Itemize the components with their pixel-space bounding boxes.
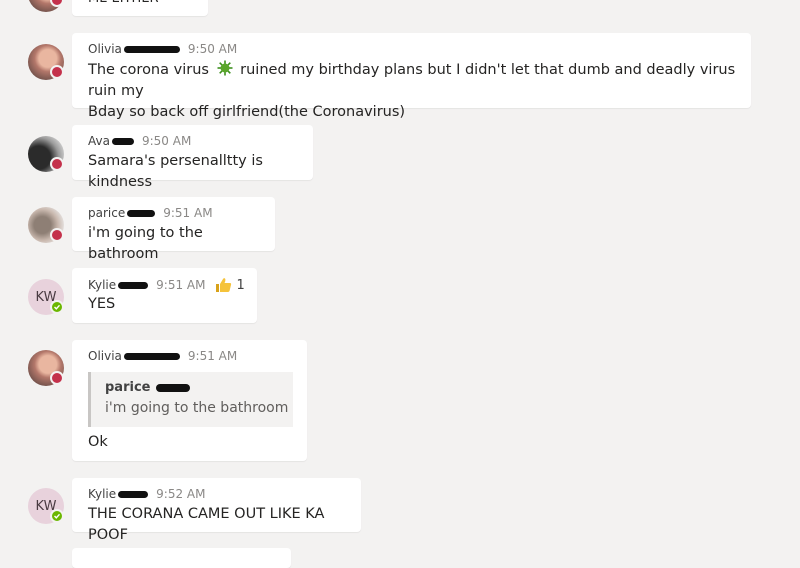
quoted-author: parice xyxy=(105,380,191,395)
presence-busy-icon xyxy=(50,157,64,171)
message-bubble[interactable]: Ava 9:50 AM Samara's persenalltty is kin… xyxy=(72,125,313,190)
message-header: Kylie 9:52 AM xyxy=(88,487,205,501)
author-name: Olivia xyxy=(88,42,122,56)
message-header: Olivia 9:51 AM xyxy=(88,349,237,363)
reaction-count: 1 xyxy=(236,277,245,293)
timestamp: 9:51 AM xyxy=(187,349,238,363)
virus-emoji-icon xyxy=(217,60,233,76)
message-text: YES xyxy=(88,296,116,312)
redaction-mark xyxy=(156,383,191,392)
message-text: i'm going to the bathroom xyxy=(88,225,203,262)
presence-busy-icon xyxy=(50,228,64,242)
redaction-mark xyxy=(127,209,156,217)
redaction-mark xyxy=(123,352,180,360)
presence-busy-icon xyxy=(50,371,64,385)
message-text: ME EITHER xyxy=(88,0,159,9)
message-bubble[interactable]: Kylie 9:52 AM THE CORANA CAME OUT LIKE K… xyxy=(72,478,361,543)
timestamp: 9:51 AM xyxy=(156,278,206,292)
timestamp: 9:52 AM xyxy=(156,487,206,501)
timestamp: 9:51 AM xyxy=(163,206,213,220)
message-bubble[interactable] xyxy=(72,548,291,568)
message-header: Kylie 9:51 AM 1 xyxy=(88,277,245,293)
author-name: Olivia xyxy=(88,349,122,363)
presence-available-icon xyxy=(50,509,64,523)
message-bubble[interactable]: Olivia 9:51 AM parice i'm going to the b… xyxy=(72,340,307,461)
message-bubble[interactable]: Kylie 9:51 AM 1 YES xyxy=(72,268,257,323)
quoted-message[interactable]: parice i'm going to the bathroom xyxy=(88,372,293,427)
author-name: parice xyxy=(88,206,126,220)
presence-available-icon xyxy=(50,300,64,314)
message-header: Olivia 9:50 AM xyxy=(88,42,237,56)
message-text: The corona virus ruined my birthday plan… xyxy=(88,60,736,120)
quoted-text: i'm going to the bathroom xyxy=(105,400,289,416)
redaction-mark xyxy=(118,490,149,498)
message-text: THE CORANA CAME OUT LIKE KA POOF xyxy=(88,506,325,543)
presence-busy-icon xyxy=(50,65,64,79)
reaction[interactable]: 1 xyxy=(215,277,245,293)
timestamp: 9:50 AM xyxy=(141,134,192,148)
message-text: Samara's persenalltty is kindness xyxy=(88,153,263,190)
message-bubble[interactable]: Olivia 9:50 AM The corona virus ruined m… xyxy=(72,33,751,120)
author-name: Kylie xyxy=(88,487,117,501)
message-header: Ava 9:50 AM xyxy=(88,134,191,148)
message-bubble[interactable]: parice 9:51 AM i'm going to the bathroom xyxy=(72,197,275,262)
message-text: Ok xyxy=(88,434,108,450)
redaction-mark xyxy=(118,281,149,289)
author-name: Kylie xyxy=(88,278,117,292)
timestamp: 9:50 AM xyxy=(187,42,238,56)
message-header: parice 9:51 AM xyxy=(88,206,213,220)
redaction-mark xyxy=(123,45,180,53)
thumbs-up-icon xyxy=(216,278,232,292)
author-name: Ava xyxy=(88,134,110,148)
message-bubble[interactable]: ME EITHER xyxy=(72,0,208,16)
redaction-mark xyxy=(111,137,134,145)
